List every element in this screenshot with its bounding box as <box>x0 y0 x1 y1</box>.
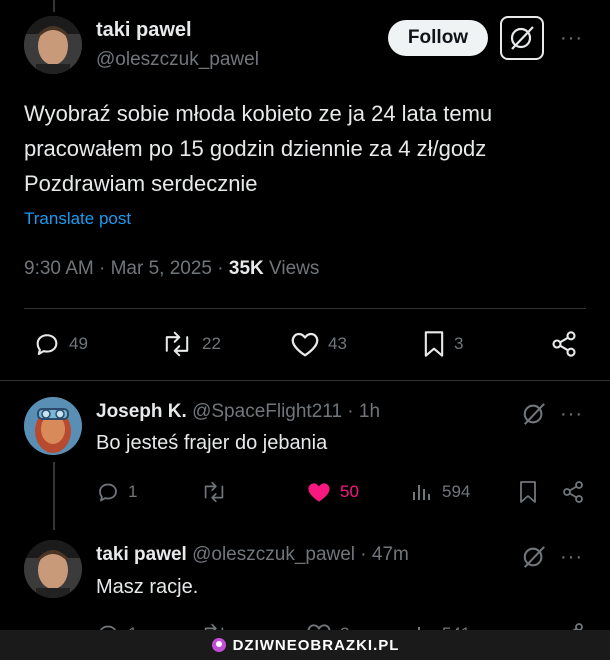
reply-icon <box>36 334 58 355</box>
divider-meta <box>24 308 586 309</box>
reply-2-grok-icon[interactable] <box>522 545 546 574</box>
bookmark-icon <box>520 481 536 503</box>
main-post-text: Wyobraź sobie młoda kobieto ze ja 24 lat… <box>24 96 584 201</box>
main-like-count: 43 <box>328 334 347 353</box>
main-reply-button[interactable]: 49 <box>33 330 88 358</box>
reply-1-author-handle[interactable]: @SpaceFlight211 · 1h <box>192 401 380 422</box>
main-post-line-3: Pozdrawiam serdecznie <box>24 171 258 196</box>
reply-1-views-count: 594 <box>442 482 471 501</box>
views-chart-icon <box>413 485 430 500</box>
reply-1-more-icon[interactable]: ··· <box>560 404 583 424</box>
share-icon <box>563 481 583 503</box>
reply-1-text: Bo jesteś frajer do jebania <box>96 432 328 454</box>
views-count: 35K <box>228 258 264 279</box>
reply-1-reply-count: 1 <box>128 482 138 501</box>
watermark-footer: DZIWNEOBRAZKI.PL <box>0 630 610 660</box>
bookmark-icon <box>424 331 444 357</box>
main-like-button[interactable]: 43 <box>290 330 347 358</box>
thread-line-reply <box>53 462 55 530</box>
heart-icon <box>291 332 319 357</box>
main-author-name[interactable]: taki pawel <box>96 19 192 42</box>
main-author-handle[interactable]: @oleszczuk_pawel <box>96 49 259 71</box>
reply-1-author-name[interactable]: Joseph K. <box>96 401 187 422</box>
grok-icon <box>523 403 545 425</box>
avatar-illustration-icon <box>24 397 82 455</box>
main-share-button[interactable] <box>550 330 578 358</box>
main-repost-button[interactable]: 22 <box>160 330 221 358</box>
avatar-main-author[interactable] <box>24 16 82 74</box>
reply-1-grok-icon[interactable] <box>522 402 546 431</box>
reply-2-header: taki pawel @oleszczuk_pawel · 47m <box>96 544 409 566</box>
site-logo-icon <box>211 638 226 652</box>
reply-1-share-button[interactable] <box>561 480 585 504</box>
views-label: Views <box>263 258 320 279</box>
repost-icon <box>165 331 189 357</box>
watermark-site: DZIWNEOBRAZKI.PL <box>232 636 400 654</box>
reply-1-like-count: 50 <box>340 482 359 501</box>
main-post-line-1: Wyobraź sobie młoda kobieto ze ja 24 lat… <box>24 101 493 126</box>
reply-1-views-button[interactable]: 594 <box>410 480 470 504</box>
main-post-line-2: pracowałem po 15 godzin dziennie za 4 zł… <box>24 136 487 161</box>
avatar-reply-1[interactable] <box>24 397 82 455</box>
grok-button[interactable] <box>500 16 544 60</box>
follow-button[interactable]: Follow <box>388 20 488 56</box>
reply-1-bookmark-button[interactable] <box>518 480 538 504</box>
grok-icon <box>510 26 534 50</box>
divider-main <box>0 380 610 381</box>
reply-2-text: Masz racje. <box>96 576 199 598</box>
avatar-reply-2[interactable] <box>24 540 82 598</box>
translate-post-link[interactable]: Translate post <box>24 209 131 229</box>
reply-1-repost-button[interactable] <box>200 480 228 504</box>
post-time[interactable]: 9:30 AM · Mar 5, 2025 · <box>24 258 229 279</box>
reply-icon <box>99 483 117 502</box>
reply-2-author-handle[interactable]: @oleszczuk_pawel · 47m <box>192 544 409 565</box>
thread-line-top <box>53 0 55 12</box>
share-icon <box>552 331 576 357</box>
repost-icon <box>204 481 224 503</box>
avatar-photo-icon <box>24 540 82 598</box>
reply-1-reply-button[interactable]: 1 <box>96 480 137 504</box>
heart-filled-icon <box>308 483 330 502</box>
reply-1-header: Joseph K. @SpaceFlight211 · 1h <box>96 401 380 423</box>
main-bookmark-button[interactable]: 3 <box>422 330 463 358</box>
reply-1-like-button[interactable]: 50 <box>306 480 359 504</box>
reply-2-author-name[interactable]: taki pawel <box>96 544 187 565</box>
main-reply-count: 49 <box>69 334 88 353</box>
main-repost-count: 22 <box>202 334 221 353</box>
grok-icon <box>523 546 545 568</box>
main-bookmark-count: 3 <box>454 334 464 353</box>
avatar-photo-icon <box>24 16 82 74</box>
main-more-icon[interactable]: ··· <box>560 28 583 48</box>
reply-2-more-icon[interactable]: ··· <box>560 547 583 567</box>
post-meta: 9:30 AM · Mar 5, 2025 · 35K Views <box>24 258 319 280</box>
